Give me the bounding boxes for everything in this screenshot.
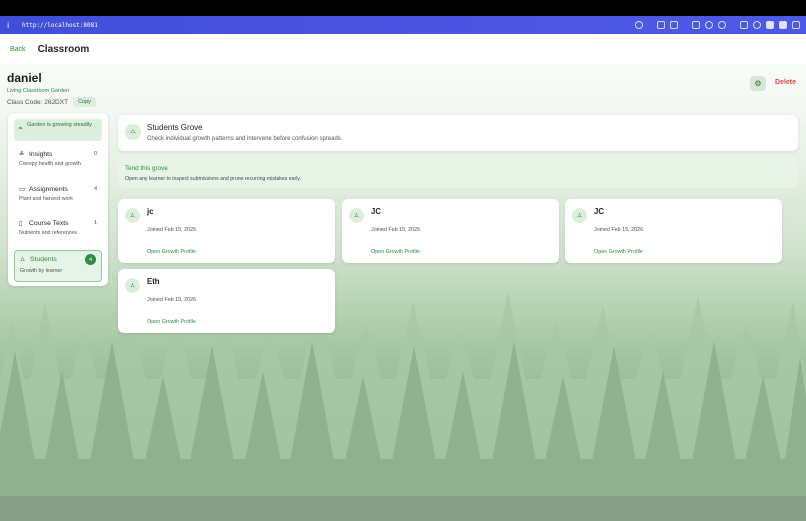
tend-banner: Tend this grove Open any learner to insp… [118,158,798,188]
class-code: Class Code: 262DXT Copy [7,97,96,107]
sidebar-item-subtitle: Growth by learner [20,268,63,274]
sidebar-item-subtitle: Plant and harvest work [19,196,73,202]
sprout-icon: ⛼ [572,208,587,223]
student-card[interactable]: ⛼ jc Joined Feb 15, 2026 Open Growth Pro… [118,199,335,263]
grove-title: Students Grove [147,123,203,132]
student-joined: Joined Feb 15, 2026 [371,227,421,233]
student-card[interactable]: ⛼ JC Joined Feb 15, 2026 Open Growth Pro… [565,199,782,263]
page: Back Classroom daniel Living Classroom G… [0,34,806,521]
sidebar-item-subtitle: Nutrients and references [19,230,78,236]
sprout-icon: ⛼ [125,124,141,140]
open-growth-profile-link[interactable]: Open Growth Profile [147,319,196,325]
student-name: jc [147,207,154,216]
student-joined: Joined Feb 15, 2026 [147,227,197,233]
sidebar-item-count: 1 [93,220,97,226]
garden-status: ❧ Garden is growing steadily [14,119,102,141]
student-joined: Joined Feb 15, 2026 [147,297,197,303]
address-bar[interactable]: http://localhost:8081 [22,22,98,29]
settings-button[interactable]: ⚙ [750,76,766,91]
sprout-icon: ⛼ [125,208,140,223]
book-icon: ▭ [19,185,26,193]
sidebar-item-label: Insights [29,150,53,158]
sprout-icon: ⛼ [125,278,140,293]
class-code-text: Class Code: 262DXT [7,98,69,106]
sidebar-item-course-texts[interactable]: ▯ Course Texts 1 Nutrients and reference… [14,216,102,244]
info-icon[interactable]: i [7,21,17,30]
sidebar-item-insights[interactable]: ≚ Insights 0 Canopy health and growth [14,147,102,175]
chart-icon: ≚ [19,150,25,158]
leaf-icon: ❧ [18,125,24,132]
os-top-strip [0,0,806,16]
browser-tools [635,21,800,29]
crosshair-icon[interactable] [718,21,726,29]
students-icon: ⛼ [20,255,26,263]
grove-description: Check individual growth patterns and int… [147,136,343,142]
info-panel-icon[interactable] [779,21,787,29]
sidebar-item-label: Students [30,256,57,263]
students-grove-card: ⛼ Students Grove Check individual growth… [118,115,798,151]
device-icon[interactable] [692,21,700,29]
globe-icon[interactable] [705,21,713,29]
open-growth-profile-link[interactable]: Open Growth Profile [371,249,420,255]
sidebar-item-subtitle: Canopy health and growth [19,161,81,167]
garden-status-text: Garden is growing steadily [27,122,92,128]
gear-icon: ⚙ [754,79,762,88]
student-name: Eth [147,277,160,286]
sidebar: ❧ Garden is growing steadily ≚ Insights … [8,113,108,286]
student-joined: Joined Feb 15, 2026 [594,227,644,233]
shield-icon[interactable] [753,21,761,29]
sidebar-item-label: Course Texts [29,219,69,227]
student-name: JC [594,207,604,216]
document-icon: ▯ [19,219,23,227]
open-growth-profile-link[interactable]: Open Growth Profile [147,249,196,255]
copy-button[interactable]: Copy [73,97,96,107]
open-growth-profile-link[interactable]: Open Growth Profile [594,249,643,255]
edit-icon[interactable] [766,21,774,29]
student-card[interactable]: ⛼ JC Joined Feb 15, 2026 Open Growth Pro… [342,199,559,263]
browser-toolbar: i http://localhost:8081 [0,16,806,34]
code-icon[interactable] [740,21,748,29]
page-title: Classroom [37,43,90,55]
classroom-name: daniel [7,71,42,85]
link-icon[interactable] [635,21,643,29]
app-header: Back Classroom [0,34,806,64]
screenshot-icon[interactable] [657,21,665,29]
sidebar-item-students[interactable]: ⛼ Students 4 Growth by learner [14,250,102,282]
sidebar-item-label: Assignments [29,185,68,193]
delete-button[interactable]: Delete [775,79,796,86]
back-button[interactable]: Back [10,46,26,53]
sidebar-item-count: 4 [93,186,97,192]
sidebar-icon[interactable] [792,21,800,29]
student-name: JC [371,207,381,216]
sprout-icon: ⛼ [349,208,364,223]
garden-name: Living Classroom Garden [7,88,70,94]
sidebar-item-assignments[interactable]: ▭ Assignments 4 Plant and harvest work [14,182,102,210]
tend-description: Open any learner to inspect submissions … [125,176,302,182]
tend-title: Tend this grove [125,165,168,172]
sidebar-item-count: 4 [85,254,96,265]
student-card[interactable]: ⛼ Eth Joined Feb 15, 2026 Open Growth Pr… [118,269,335,333]
camera-icon[interactable] [670,21,678,29]
sidebar-item-count: 0 [93,151,97,157]
